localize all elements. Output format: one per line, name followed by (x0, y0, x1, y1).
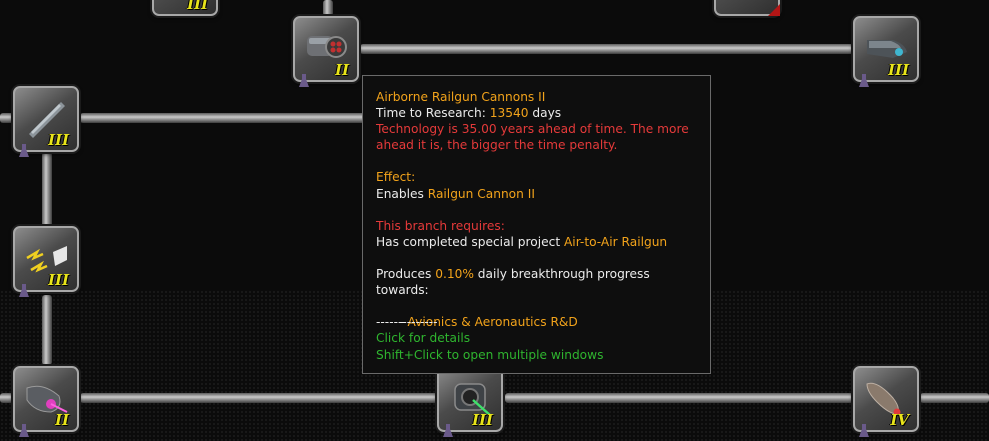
tech-node-rail-rod[interactable]: III (13, 86, 79, 157)
tier-label: II (334, 61, 349, 79)
tech-node-pod[interactable]: III (853, 16, 919, 87)
connector-pipe (920, 393, 989, 403)
branch-prefix: Has completed special project (376, 234, 564, 249)
ahead-of-time-warning: Technology is 35.00 years ahead of time.… (376, 122, 689, 153)
tech-tooltip: Airborne Railgun Cannons II Time to Rese… (362, 75, 711, 374)
tier-label: III (47, 131, 69, 149)
tier-label: IV (890, 411, 909, 429)
flask-icon (19, 144, 29, 157)
tier-label: III (186, 0, 208, 13)
hint-click: Click for details (376, 331, 471, 346)
tech-node-top-left[interactable]: III (152, 0, 218, 16)
flask-icon (859, 74, 869, 87)
connector-pipe (505, 393, 855, 403)
research-time-unit: days (528, 106, 562, 121)
tier-label: III (47, 271, 69, 289)
effect-prefix: Enables (376, 186, 428, 201)
research-time-value: 13540 (489, 106, 529, 121)
flask-icon (443, 424, 453, 437)
tech-node-top-right[interactable] (714, 0, 780, 16)
tech-node-gatling-cannon[interactable]: II (293, 16, 359, 87)
towards-label: towards: (376, 283, 429, 298)
connector-pipe (42, 295, 52, 365)
branch-requirement: Has completed special project Air-to-Air… (376, 234, 697, 250)
tech-node-turret[interactable]: III (437, 366, 503, 437)
produces-suffix: daily breakthrough progress (473, 267, 650, 282)
hint-shift-click: Shift+Click to open multiple windows (376, 347, 604, 362)
produces-text: Produces 0.10% daily breakthrough progre… (376, 266, 697, 282)
tier-label: II (54, 411, 69, 429)
flask-icon (859, 424, 869, 437)
effect-text: Enables Railgun Cannon II (376, 186, 697, 202)
tech-node-missile[interactable]: IV (853, 366, 919, 437)
tech-node-laser-pod[interactable]: II (13, 366, 79, 437)
tier-label: III (887, 61, 909, 79)
branch-item: Air-to-Air Railgun (563, 234, 668, 249)
produces-value: 0.10% (435, 267, 474, 282)
branch-requires-heading: This branch requires: (376, 218, 505, 233)
connector-pipe (42, 152, 52, 232)
research-time: Time to Research: 13540 days (376, 105, 697, 121)
connector-pipe (80, 113, 365, 123)
produces-prefix: Produces (376, 267, 436, 282)
tooltip-title: Airborne Railgun Cannons II (376, 90, 546, 104)
flask-icon (19, 284, 29, 297)
connector-pipe (323, 0, 333, 16)
tech-node-lightning[interactable]: III (13, 226, 79, 297)
target-line: - Avionics & Aeronautics R&D (376, 298, 697, 329)
research-time-label: Time to Research: (376, 106, 490, 121)
effect-item: Railgun Cannon II (427, 186, 535, 201)
flask-icon (299, 74, 309, 87)
effect-heading: Effect: (376, 170, 416, 185)
connector-pipe (80, 393, 445, 403)
connector-pipe (360, 44, 860, 54)
flask-icon (19, 424, 29, 437)
connector-pipe (0, 393, 14, 403)
tier-label: III (471, 411, 493, 429)
